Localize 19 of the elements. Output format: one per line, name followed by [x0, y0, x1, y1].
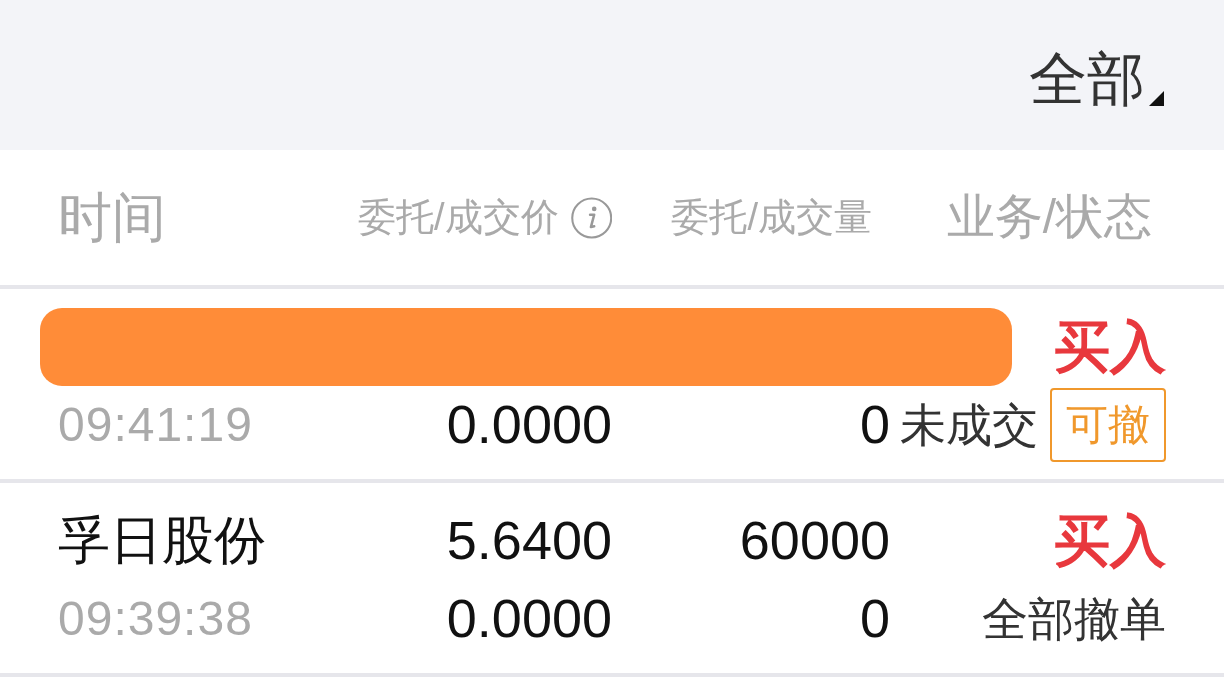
filter-dropdown[interactable]: 全部: [1029, 50, 1164, 108]
trade-side: 买入: [1054, 510, 1166, 572]
column-header: 委托/成交价: [358, 196, 559, 239]
order-status: 全部撤单: [982, 593, 1166, 645]
column-header: 委托/成交量: [671, 196, 872, 239]
deal-price: 0.0000: [446, 395, 612, 455]
stock-name: 孚日股份: [58, 512, 267, 570]
deal-quantity: 0: [859, 589, 890, 649]
order-price: 5.6400: [446, 511, 612, 571]
deal-price: 0.0000: [446, 589, 612, 649]
order-quantity: 60000: [739, 511, 890, 571]
trade-side: 买入: [1054, 316, 1166, 378]
order-status: 未成交: [900, 399, 1038, 451]
order-time: 09:39:38: [58, 592, 254, 646]
column-header: 业务/状态: [946, 191, 1152, 244]
order-time: 09:41:19: [58, 398, 254, 452]
deal-quantity: 0: [859, 395, 890, 455]
column-header: 时间: [58, 187, 166, 248]
caret-icon: [1149, 91, 1164, 106]
